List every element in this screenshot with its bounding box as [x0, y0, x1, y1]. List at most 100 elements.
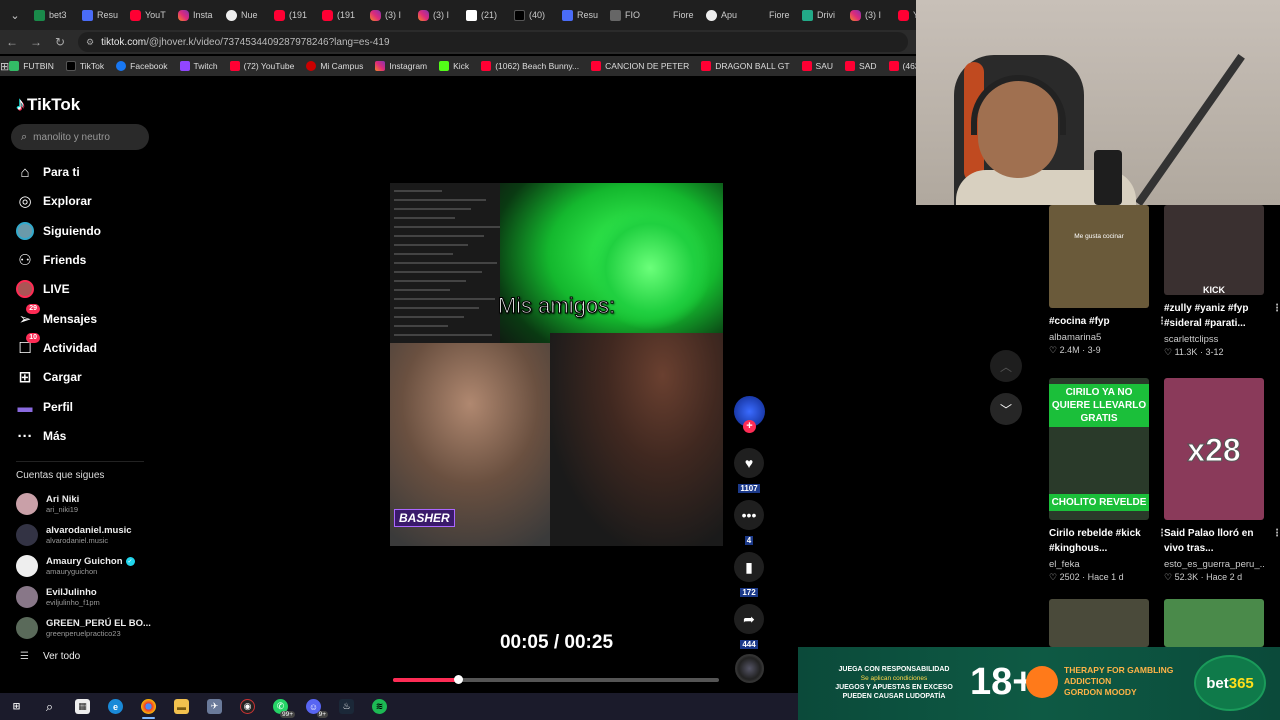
follow-plus-icon[interactable]: + — [743, 420, 756, 433]
nav-item-upload[interactable]: ⊞ Cargar — [16, 368, 82, 386]
browser-tab[interactable]: (40) — [508, 2, 556, 28]
music-disc-icon[interactable] — [735, 654, 764, 683]
comment-icon[interactable]: ••• — [734, 500, 764, 530]
bookmark-item[interactable]: Kick — [439, 61, 469, 71]
gh-favicon-icon — [706, 9, 717, 21]
video-author[interactable]: el_feka — [1049, 559, 1149, 570]
recommended-video-card[interactable]: CIRILO YA NO QUIERE LLEVARLO GRATIS CHOLI… — [1049, 378, 1167, 583]
video-author[interactable]: esto_es_guerra_peru_... — [1164, 559, 1264, 570]
bookmark-item[interactable]: SAU — [801, 61, 833, 71]
browser-tab[interactable]: FIO — [604, 2, 652, 28]
bookmark-item[interactable]: SAD — [845, 61, 877, 71]
bookmark-item[interactable]: TikTok — [65, 61, 104, 71]
previous-video-button[interactable]: ︿ — [990, 350, 1022, 382]
search-input[interactable] — [33, 131, 134, 143]
edge-icon[interactable]: e — [99, 693, 132, 720]
browser-tab[interactable]: Apu — [700, 2, 748, 28]
browser-tab[interactable]: Resu — [556, 2, 604, 28]
video-progress-bar[interactable] — [393, 675, 719, 684]
nav-item-live[interactable]: LIVE — [16, 280, 70, 298]
next-video-button[interactable]: ﹀ — [990, 393, 1022, 425]
bookmark-item[interactable]: (72) YouTube — [229, 61, 294, 71]
followed-account[interactable]: Amaury Guichon ✓ amauryguichon — [16, 555, 135, 577]
file-explorer-icon[interactable]: ▬ — [165, 693, 198, 720]
browser-tab[interactable]: Nue — [220, 2, 268, 28]
video-author[interactable]: scarlettclipss — [1164, 334, 1264, 345]
steam-icon[interactable]: ♨ — [330, 693, 363, 720]
nav-item-compass[interactable]: ◎ Explorar — [16, 192, 91, 210]
bookmark-item[interactable]: Twitch — [179, 61, 218, 71]
see-all-button[interactable]: ☰ Ver todo — [20, 651, 80, 662]
browser-tab[interactable]: Drivi — [796, 2, 844, 28]
browser-tab[interactable]: (191 — [268, 2, 316, 28]
video-author[interactable]: albamarina5 — [1049, 332, 1149, 343]
bookmark-item[interactable]: FUTBIN — [9, 61, 54, 71]
browser-tab[interactable]: (3) I — [412, 2, 460, 28]
windows-start-icon[interactable]: ⊞ — [0, 693, 33, 720]
video-thumbnail[interactable]: Me gusta cocinar — [1049, 205, 1149, 308]
reload-icon[interactable]: ↻ — [48, 30, 72, 54]
address-bar[interactable]: ⚙ tiktok.com/@jhover.k/video/73745344092… — [78, 32, 908, 52]
nav-item-friends[interactable]: ⚇ Friends — [16, 251, 86, 269]
bookmark-item[interactable]: (1062) Beach Bunny... — [481, 61, 579, 71]
browser-tab[interactable]: YouT — [124, 2, 172, 28]
bookmark-item[interactable]: DRAGON BALL GT — [701, 61, 790, 71]
share-icon[interactable]: ➦ — [734, 604, 764, 634]
browser-tab[interactable]: (3) I — [364, 2, 412, 28]
followed-account[interactable]: EvilJulinho eviljulinho_f1pm — [16, 586, 100, 608]
vpn-icon[interactable]: ✈ — [198, 693, 231, 720]
site-info-icon[interactable]: ⚙ — [86, 37, 94, 48]
video-player[interactable]: Mis amigos: BASHER — [390, 183, 723, 546]
followed-account[interactable]: GREEN_PERÚ EL BO... greenperuelpractico23 — [16, 617, 151, 639]
browser-tab[interactable]: (3) I — [844, 2, 892, 28]
browser-tab[interactable]: Insta — [172, 2, 220, 28]
tab-search-menu-icon[interactable]: ⌄ — [2, 4, 28, 26]
video-thumbnail[interactable]: CIRILO YA NO QUIERE LLEVARLO GRATIS CHOLI… — [1049, 378, 1149, 520]
followed-account[interactable]: alvarodaniel.music alvarodaniel.music — [16, 524, 132, 546]
followed-account[interactable]: Ari Niki ari_niki19 — [16, 493, 79, 515]
video-thumbnail[interactable] — [1164, 599, 1264, 647]
browser-tab[interactable]: bet3 — [28, 2, 76, 28]
bookmark-item[interactable]: Facebook — [116, 61, 168, 71]
progress-knob[interactable] — [454, 675, 464, 684]
bookmark-item[interactable]: CANCION DE PETER — [591, 61, 689, 71]
search-taskbar-icon[interactable]: ⌕ — [33, 693, 66, 720]
media-app-icon[interactable]: ◉ — [231, 693, 264, 720]
recommended-video-card[interactable]: KICK #zully #yaniz #fyp #sideral #parati.… — [1164, 205, 1280, 358]
nav-item-following-avatar[interactable]: Siguiendo — [16, 222, 101, 240]
more-options-icon[interactable]: ⋮ — [1272, 526, 1280, 541]
browser-tab[interactable]: Fiore — [652, 2, 700, 28]
bookmark-item[interactable]: Mi Campus — [306, 61, 363, 71]
nav-item-more[interactable]: ··· Más — [16, 427, 67, 445]
forward-icon[interactable]: → — [24, 30, 48, 54]
nav-item-home[interactable]: ⌂ Para ti — [16, 163, 79, 181]
apps-grid-icon[interactable]: ⊞ — [0, 60, 9, 73]
ad-banner[interactable]: JUEGA CON RESPONSABILIDAD Se aplican con… — [798, 647, 1280, 720]
recommended-video-card[interactable]: x28 Said Palao lloró en vivo tras... ⋮ esto… — [1164, 378, 1280, 583]
spotify-icon[interactable]: ≋ — [363, 693, 396, 720]
back-icon[interactable]: ← — [0, 30, 24, 54]
tiktok-logo[interactable]: ♪ TikTok — [16, 94, 80, 115]
nav-item-activity[interactable]: ☐ 10 Actividad — [16, 333, 97, 357]
video-thumbnail[interactable]: x28 — [1164, 378, 1264, 520]
whatsapp-icon[interactable]: ✆ 99+ — [264, 693, 297, 720]
store-icon[interactable]: ▦ — [66, 693, 99, 720]
video-thumbnail[interactable]: KICK — [1164, 205, 1264, 295]
bookmark-item[interactable]: (463) James A — [888, 61, 916, 71]
browser-tab[interactable]: (21) — [460, 2, 508, 28]
chrome-icon[interactable] — [132, 693, 165, 720]
chat-message-line — [394, 226, 500, 228]
more-options-icon[interactable]: ⋮ — [1272, 301, 1280, 316]
browser-tab[interactable]: Resu — [76, 2, 124, 28]
video-thumbnail[interactable] — [1049, 599, 1149, 647]
bookmark-item[interactable]: Instagram — [375, 61, 427, 71]
recommended-video-card[interactable]: Me gusta cocinar #cocina #fyp ⋮ albamarina5… — [1049, 205, 1167, 356]
nav-item-messages[interactable]: ➢ 29 Mensajes — [16, 304, 97, 328]
heart-icon[interactable]: ♥ — [734, 448, 764, 478]
search-box[interactable]: ⌕ — [11, 124, 149, 150]
browser-tab[interactable]: Fiore — [748, 2, 796, 28]
browser-tab[interactable]: (191 — [316, 2, 364, 28]
bookmark-icon[interactable]: ▮ — [734, 552, 764, 582]
discord-icon[interactable]: ☺ 9+ — [297, 693, 330, 720]
nav-item-profile[interactable]: ▬ Perfil — [16, 398, 74, 416]
